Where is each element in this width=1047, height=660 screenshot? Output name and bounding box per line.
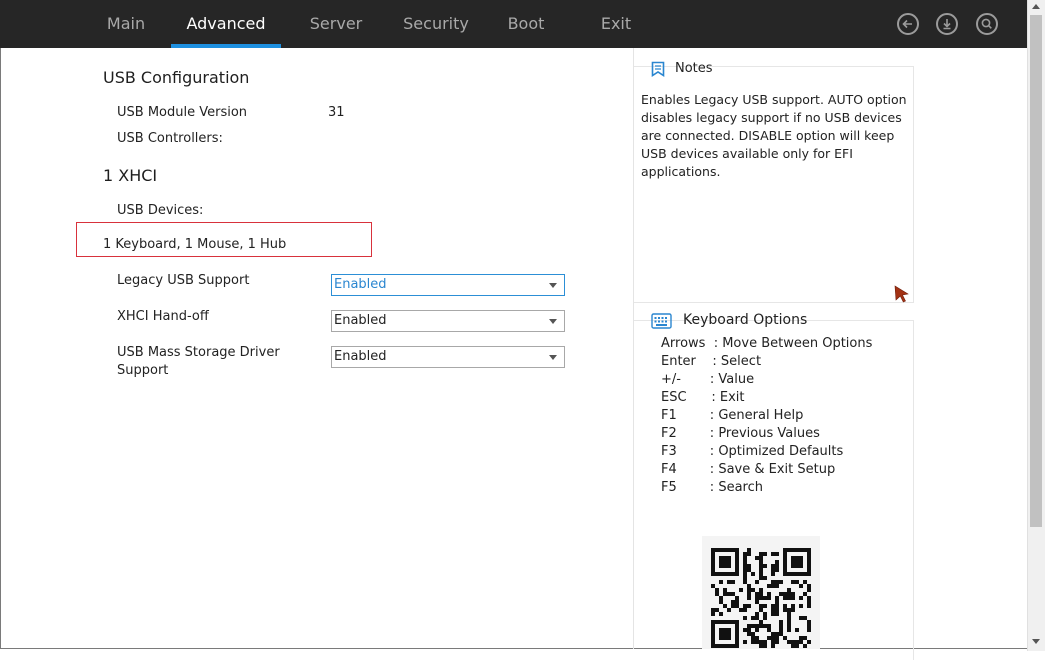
xhci-handoff-value: Enabled [334, 313, 387, 328]
key-row-f3: F3 : Optimized Defaults [661, 444, 844, 459]
tab-main[interactable]: Main [100, 0, 152, 48]
usb-controllers-label: USB Controllers: [117, 131, 223, 146]
top-nav-bar: Main Advanced Server Security Boot Exit [0, 0, 1027, 48]
usb-module-version-label: USB Module Version [117, 105, 248, 120]
key-row-enter: Enter : Select [661, 354, 762, 369]
key-row-f2: F2 : Previous Values [661, 426, 820, 441]
key-row-esc: ESC : Exit [661, 390, 745, 405]
bookmark-icon [651, 61, 665, 77]
legacy-usb-support-value: Enabled [334, 277, 387, 292]
usb-module-version-value: 31 [328, 105, 345, 120]
keyboard-icon [651, 313, 672, 329]
tab-security[interactable]: Security [395, 0, 477, 48]
highlight-box [76, 222, 372, 257]
xhci-handoff-select[interactable]: Enabled [331, 310, 565, 332]
vertical-scrollbar[interactable] [1027, 0, 1045, 651]
scroll-down-arrow-icon[interactable] [1032, 639, 1040, 644]
section-title: USB Configuration [103, 68, 250, 87]
search-icon[interactable] [976, 13, 998, 35]
qr-code [702, 536, 820, 649]
scroll-up-arrow-icon[interactable] [1032, 4, 1040, 9]
mouse-cursor-icon [894, 285, 909, 303]
chevron-down-icon [549, 283, 557, 288]
scroll-thumb[interactable] [1030, 15, 1042, 527]
legacy-usb-support-label: Legacy USB Support [117, 273, 250, 288]
xhci-handoff-label: XHCI Hand-off [117, 309, 209, 324]
tab-advanced[interactable]: Advanced [171, 0, 281, 48]
key-row-arrows: Arrows : Move Between Options [661, 336, 873, 351]
usb-mass-storage-label: USB Mass Storage Driver Support [117, 345, 280, 378]
qr-code-image [711, 548, 811, 648]
chevron-down-icon [549, 355, 557, 360]
notes-text: Enables Legacy USB support. AUTO option … [641, 92, 907, 179]
tab-exit[interactable]: Exit [592, 0, 640, 48]
key-row-plus-minus: +/- : Value [661, 372, 755, 387]
key-row-f1: F1 : General Help [661, 408, 804, 423]
controller-title: 1 XHCI [103, 166, 158, 185]
tab-boot[interactable]: Boot [498, 0, 554, 48]
download-icon[interactable] [936, 13, 958, 35]
legacy-usb-support-select[interactable]: Enabled [331, 274, 565, 296]
key-row-f5: F5 : Search [661, 480, 763, 495]
usb-mass-storage-select[interactable]: Enabled [331, 346, 565, 368]
usb-devices-label: USB Devices: [117, 203, 204, 218]
key-row-f4: F4 : Save & Exit Setup [661, 462, 836, 477]
back-icon[interactable] [897, 13, 919, 35]
usb-mass-storage-value: Enabled [334, 349, 387, 364]
keyboard-options-title: Keyboard Options [683, 312, 808, 328]
chevron-down-icon [549, 319, 557, 324]
notes-title: Notes [675, 61, 713, 76]
tab-server[interactable]: Server [300, 0, 372, 48]
